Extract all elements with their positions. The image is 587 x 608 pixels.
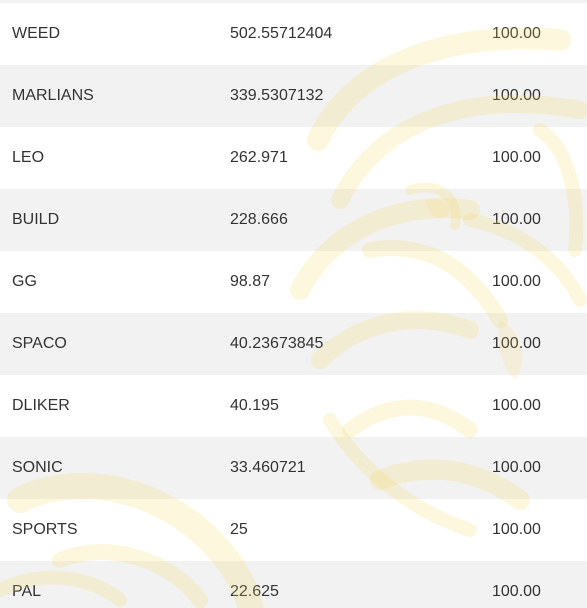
token-symbol-cell: WEED [12,25,60,42]
token-balance-cell: 22.625 [230,583,279,600]
table-row: WEED 502.55712404 100.00 [0,3,587,65]
token-symbol-cell: PAL [12,583,42,600]
token-balance-cell: 502.55712404 [230,25,333,42]
token-symbol-cell: SPACO [12,335,67,352]
token-symbol-cell: SPORTS [12,521,78,538]
token-symbol-cell: DLIKER [12,397,70,414]
token-table-body: WEED 502.55712404 100.00 MARLIANS 339.530713… [0,3,587,608]
token-balance-cell: 262.971 [230,149,288,166]
token-value-cell: 100.00 [492,397,541,414]
token-balance-cell: 339.5307132 [230,87,324,104]
token-balance-page: WEED 502.55712404 100.00 MARLIANS 339.530713… [0,0,587,608]
token-value-cell: 100.00 [492,149,541,166]
token-symbol-cell: LEO [12,149,45,166]
table-row: GG 98.87 100.00 [0,251,587,313]
token-balance-cell: 25 [230,521,248,538]
token-symbol-cell: SONIC [12,459,63,476]
token-value-cell: 100.00 [492,211,541,228]
token-value-cell: 100.00 [492,521,541,538]
token-table: WEED 502.55712404 100.00 MARLIANS 339.530713… [0,3,587,608]
token-symbol-cell: MARLIANS [12,87,94,104]
token-value-cell: 100.00 [492,25,541,42]
table-row: LEO 262.971 100.00 [0,127,587,189]
token-balance-cell: 33.460721 [230,459,306,476]
token-value-cell: 100.00 [492,335,541,352]
token-balance-cell: 228.666 [230,211,288,228]
token-value-cell: 100.00 [492,87,541,104]
token-value-cell: 100.00 [492,273,541,290]
token-value-cell: 100.00 [492,583,541,600]
table-row: SPACO 40.23673845 100.00 [0,313,587,375]
table-row: DLIKER 40.195 100.00 [0,375,587,437]
table-row: SONIC 33.460721 100.00 [0,437,587,499]
token-symbol-cell: BUILD [12,211,60,228]
token-symbol-cell: GG [12,273,37,290]
token-balance-cell: 98.87 [230,273,271,290]
token-balance-cell: 40.195 [230,397,279,414]
token-value-cell: 100.00 [492,459,541,476]
table-row: BUILD 228.666 100.00 [0,189,587,251]
table-row: MARLIANS 339.5307132 100.00 [0,65,587,127]
table-row: SPORTS 25 100.00 [0,499,587,561]
token-balance-cell: 40.23673845 [230,335,324,352]
table-row: PAL 22.625 100.00 [0,561,587,608]
